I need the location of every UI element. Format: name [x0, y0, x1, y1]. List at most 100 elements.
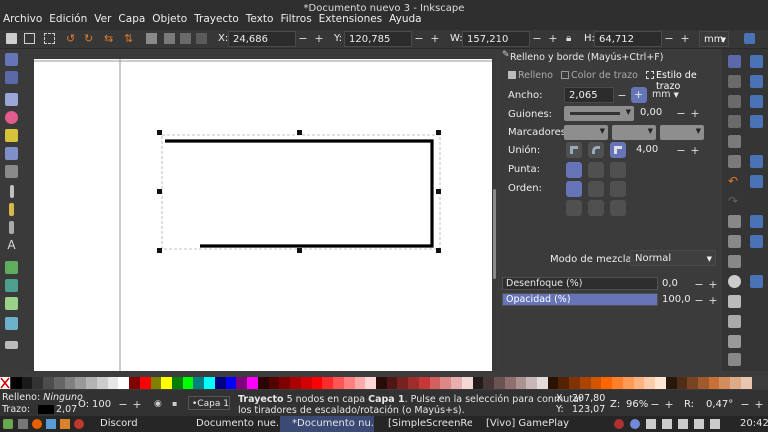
handle-n[interactable]: [297, 130, 302, 135]
color-swatch[interactable]: [536, 377, 548, 389]
color-swatch[interactable]: [64, 377, 76, 389]
node-tool-icon[interactable]: [5, 71, 18, 84]
more-commands-icon[interactable]: [728, 353, 741, 366]
rect-tool-icon[interactable]: [5, 93, 18, 106]
color-swatch[interactable]: [43, 377, 54, 389]
opacity-plus-button[interactable]: +: [706, 294, 720, 307]
color-swatch[interactable]: [504, 377, 516, 389]
opacity-status-minus-button[interactable]: −: [116, 398, 130, 411]
stroke-width-value[interactable]: 2,07: [56, 404, 77, 415]
paint-bucket-tool-icon[interactable]: [5, 341, 18, 349]
transform-handles[interactable]: [157, 130, 441, 253]
color-swatch[interactable]: [161, 377, 173, 389]
color-swatch[interactable]: [172, 377, 183, 389]
import-icon[interactable]: [728, 135, 741, 148]
color-swatch[interactable]: [311, 377, 323, 389]
pen-tool-icon[interactable]: [9, 203, 14, 216]
files-icon[interactable]: [46, 419, 56, 429]
hide-layer-icon[interactable]: ◉: [154, 399, 162, 409]
dash-offset-field[interactable]: 0,00: [636, 105, 676, 121]
dropper-tool-icon[interactable]: [5, 317, 18, 330]
width-plus-button[interactable]: +: [631, 87, 647, 103]
bluetooth-icon[interactable]: [678, 419, 688, 429]
snap-toggle-icon[interactable]: [744, 33, 755, 44]
battery-icon[interactable]: [710, 419, 720, 429]
end-marker-select[interactable]: ▼: [660, 125, 704, 140]
flip-vertical-icon[interactable]: ⇅: [124, 33, 135, 44]
tab-fill[interactable]: Relleno: [518, 70, 553, 81]
color-swatch[interactable]: [730, 377, 741, 389]
x-minus-button[interactable]: −: [296, 32, 310, 45]
dash-minus-button[interactable]: −: [674, 107, 688, 120]
color-swatch[interactable]: [107, 377, 119, 389]
color-swatch[interactable]: [214, 377, 226, 389]
color-swatch[interactable]: [150, 377, 162, 389]
rotate-cw-icon[interactable]: ↻: [84, 33, 95, 44]
blur-field[interactable]: 0,0: [658, 276, 694, 292]
save-icon[interactable]: [728, 95, 741, 108]
color-swatch[interactable]: [740, 377, 752, 389]
color-swatch[interactable]: [290, 377, 301, 389]
lower-to-bottom-icon[interactable]: [196, 33, 207, 44]
mid-marker-select[interactable]: ▼: [612, 125, 656, 140]
export-icon[interactable]: [728, 155, 741, 168]
snap-bbox-icon[interactable]: [750, 55, 763, 68]
canvas-area[interactable]: [24, 49, 496, 371]
snap-nodes-icon[interactable]: [750, 75, 763, 88]
h-minus-button[interactable]: −: [662, 32, 676, 45]
color-swatch[interactable]: [75, 377, 87, 389]
cut-icon[interactable]: [728, 235, 741, 248]
color-swatch[interactable]: [96, 377, 108, 389]
color-swatch[interactable]: [182, 377, 194, 389]
redo-icon[interactable]: ↷: [728, 195, 741, 208]
start-marker-select[interactable]: ▼: [564, 125, 608, 140]
width-field[interactable]: 2,065: [564, 87, 614, 103]
opacity-minus-button[interactable]: −: [692, 294, 706, 307]
rotation-minus-button[interactable]: −: [738, 398, 752, 411]
rotate-ccw-icon[interactable]: ↺: [66, 33, 77, 44]
selector-tool-icon[interactable]: [5, 53, 18, 66]
snap-guides-icon[interactable]: [750, 275, 763, 288]
menu-texto[interactable]: Texto: [246, 13, 274, 25]
text-tool-icon[interactable]: A: [5, 239, 18, 252]
color-swatch[interactable]: [579, 377, 591, 389]
menu-trayecto[interactable]: Trayecto: [194, 13, 239, 25]
color-swatch[interactable]: [268, 377, 280, 389]
select-all-layers-icon[interactable]: [24, 33, 35, 44]
menu-filtros[interactable]: Filtros: [280, 13, 311, 25]
miter-limit-field[interactable]: 4,00: [632, 142, 672, 158]
y-minus-button[interactable]: −: [412, 32, 426, 45]
opacity-field[interactable]: 100,0: [658, 292, 694, 308]
color-swatch[interactable]: [32, 377, 44, 389]
menu-objeto[interactable]: Objeto: [152, 13, 187, 25]
color-swatch[interactable]: [483, 377, 495, 389]
color-swatch[interactable]: [279, 377, 291, 389]
color-swatch[interactable]: [300, 377, 312, 389]
no-paint-swatch[interactable]: [0, 377, 10, 389]
menu-ver[interactable]: Ver: [94, 13, 111, 25]
color-swatch[interactable]: [21, 377, 33, 389]
width-minus-button[interactable]: −: [615, 89, 629, 102]
color-swatch[interactable]: [526, 377, 537, 389]
width-unit-select[interactable]: mm ▼: [652, 89, 679, 100]
zoom-value[interactable]: 96%: [626, 399, 648, 410]
color-swatch[interactable]: [11, 377, 22, 389]
color-swatch[interactable]: [665, 377, 677, 389]
color-swatch[interactable]: [418, 377, 430, 389]
color-swatch[interactable]: [204, 377, 215, 389]
color-swatch[interactable]: [354, 377, 366, 389]
color-swatch[interactable]: [193, 377, 205, 389]
color-swatch[interactable]: [472, 377, 484, 389]
handle-e[interactable]: [436, 189, 441, 194]
handle-s[interactable]: [297, 248, 302, 253]
lock-layer-icon[interactable]: ▪: [172, 399, 177, 408]
task-gameplay[interactable]: [Vivo] GamePlay ...: [474, 416, 570, 432]
color-swatch[interactable]: [333, 377, 344, 389]
handle-ne[interactable]: [436, 130, 441, 135]
lock-icon[interactable]: 🔒︎: [566, 33, 577, 44]
join-bevel-icon[interactable]: [610, 142, 626, 158]
terminal-icon[interactable]: [60, 419, 70, 429]
opacity-slider[interactable]: Opacidad (%): [502, 293, 658, 306]
x-plus-button[interactable]: +: [312, 32, 326, 45]
color-swatch[interactable]: [247, 377, 258, 389]
